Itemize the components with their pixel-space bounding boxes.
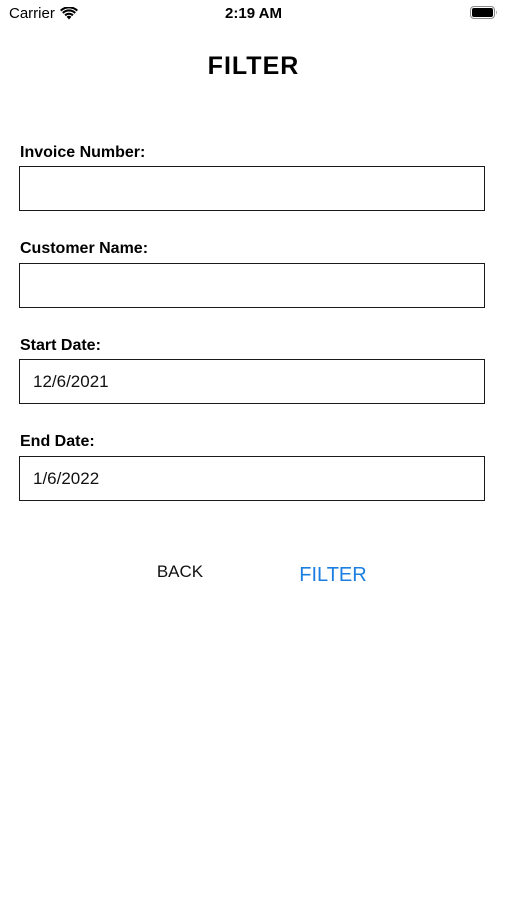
end-date-label: End Date: bbox=[20, 433, 95, 450]
status-time: 2:19 AM bbox=[225, 5, 282, 22]
battery-icon bbox=[470, 6, 498, 19]
filter-button[interactable]: FILTER bbox=[294, 564, 372, 587]
status-bar: Carrier 2:19 AM bbox=[0, 0, 507, 28]
page-title: FILTER bbox=[207, 52, 300, 80]
back-button[interactable]: BACK bbox=[150, 562, 210, 582]
start-date-value: 12/6/2021 bbox=[33, 371, 109, 391]
end-date-value: 1/6/2022 bbox=[33, 468, 100, 488]
invoice-number-field[interactable] bbox=[19, 166, 485, 211]
start-date-label: Start Date: bbox=[20, 337, 101, 354]
customer-name-field[interactable] bbox=[19, 263, 485, 308]
start-date-field[interactable]: 12/6/2021 bbox=[19, 359, 485, 404]
invoice-number-label: Invoice Number: bbox=[20, 144, 146, 161]
customer-name-label: Customer Name: bbox=[20, 240, 149, 257]
end-date-field[interactable]: 1/6/2022 bbox=[19, 456, 485, 501]
